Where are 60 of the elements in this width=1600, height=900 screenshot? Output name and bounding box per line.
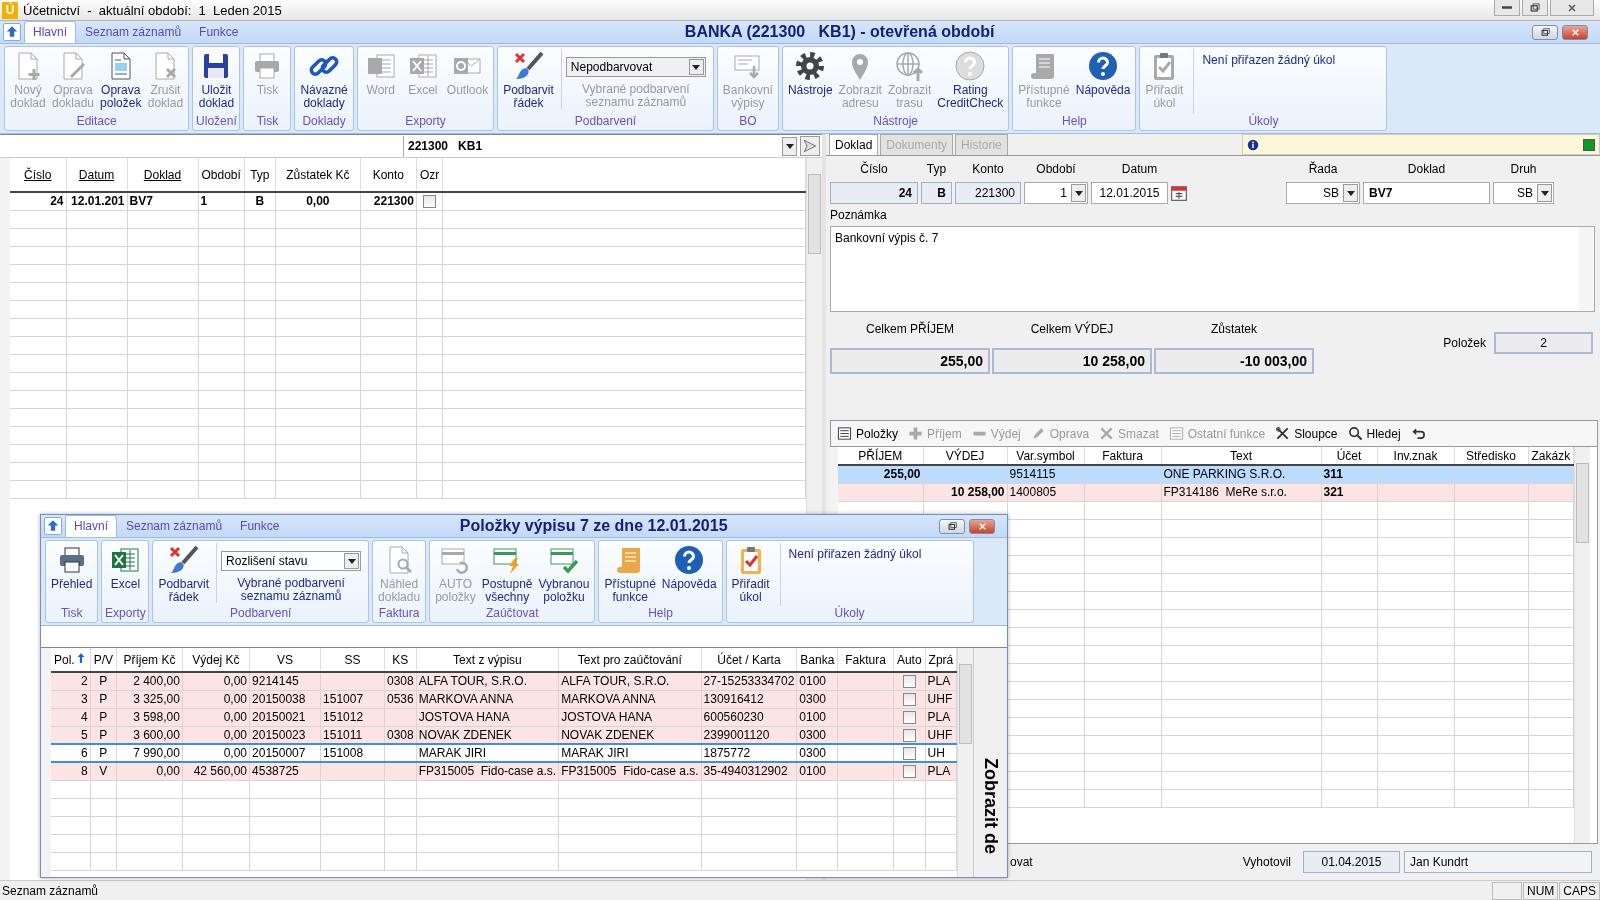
field-label: Řada: [1307, 162, 1339, 176]
status-text: Seznam záznamů: [2, 883, 99, 898]
count-value: 2: [1494, 332, 1593, 354]
table-cell: 12.01.201: [66, 192, 127, 210]
group-label: Podbarvení: [573, 114, 638, 130]
group-label: Zaúčtovat: [484, 606, 540, 622]
table-cell: 0,00: [275, 192, 361, 210]
status-indicator: NUM: [1523, 881, 1559, 900]
app-title: Účetnictví - aktuální období: 1 Leden 2015: [23, 2, 282, 18]
total-label: Zůstatek: [1210, 322, 1258, 336]
group-label: Úkoly: [833, 606, 866, 622]
field-label: Typ: [925, 162, 948, 176]
field-label: Vyhotovil: [1242, 855, 1291, 869]
field-label: Číslo: [859, 162, 889, 176]
dropdown-value: Rozlišení stavu: [226, 554, 308, 568]
count-label: Položek: [1443, 336, 1486, 350]
total-label: Celkem PŘÍJEM: [865, 322, 955, 336]
table-cell: BV7: [127, 192, 198, 210]
total-value: -10 003,00: [1154, 348, 1314, 374]
field-label: Poznámka: [830, 208, 888, 222]
group-label: Tisk: [59, 606, 84, 622]
field-label: Konto: [971, 162, 1005, 176]
group-label: Exporty: [104, 606, 147, 622]
field-label: Období: [1035, 162, 1077, 176]
total-label: Celkem VÝDEJ: [1029, 322, 1115, 336]
window-title: Položky výpisu 7 ze dne 12.01.2015: [458, 517, 729, 535]
table-cell: 24: [10, 192, 66, 210]
dropdown-caption: Vybrané podbarvení seznamu záznamů: [582, 83, 690, 109]
field-label: Doklad: [1406, 162, 1447, 176]
group-label: BO: [738, 114, 758, 130]
group-label: Help: [647, 606, 674, 622]
app-logo: Ú: [2, 1, 18, 19]
table-cell: MARAK JIRI: [416, 744, 559, 762]
table-cell: 221300: [360, 192, 417, 210]
field-label: Druh: [1509, 162, 1538, 176]
field-label: Datum: [1120, 162, 1159, 176]
group-label: Faktura: [377, 606, 421, 622]
field-label: ovat: [1010, 855, 1033, 869]
task-text: Není přiřazen žádný úkol: [1193, 49, 1384, 114]
note-text: Bankovní výpis č. 7: [835, 231, 939, 245]
group-label: Nástroje: [872, 114, 919, 130]
total-value: 255,00: [830, 348, 990, 374]
group-label: Uložení: [195, 114, 238, 130]
group-label: Editace: [75, 114, 118, 130]
total-value: 10 258,00: [992, 348, 1152, 374]
dropdown-caption: Vybrané podbarvení seznamu záznamů: [237, 577, 345, 603]
table-cell: 1: [198, 192, 245, 210]
group-label: Exporty: [404, 114, 447, 130]
group-label: Help: [1061, 114, 1088, 130]
group-label: Úkoly: [1247, 114, 1280, 130]
status-indicator: CAPS: [1559, 881, 1600, 900]
task-text: Není přiřazen žádný úkol: [779, 543, 970, 606]
group-label: Podbarvení: [229, 606, 293, 622]
group-label: Tisk: [255, 114, 280, 130]
table-cell: B: [244, 192, 276, 210]
window-title: BANKA (221300 KB1) - otevřená období: [683, 23, 996, 41]
dropdown-value: 221300 KB1: [408, 139, 483, 153]
table-cell: MARAK JIRI: [558, 744, 702, 762]
dropdown-value: Nepodbarvovat: [570, 60, 653, 74]
group-label: Doklady: [301, 114, 347, 130]
